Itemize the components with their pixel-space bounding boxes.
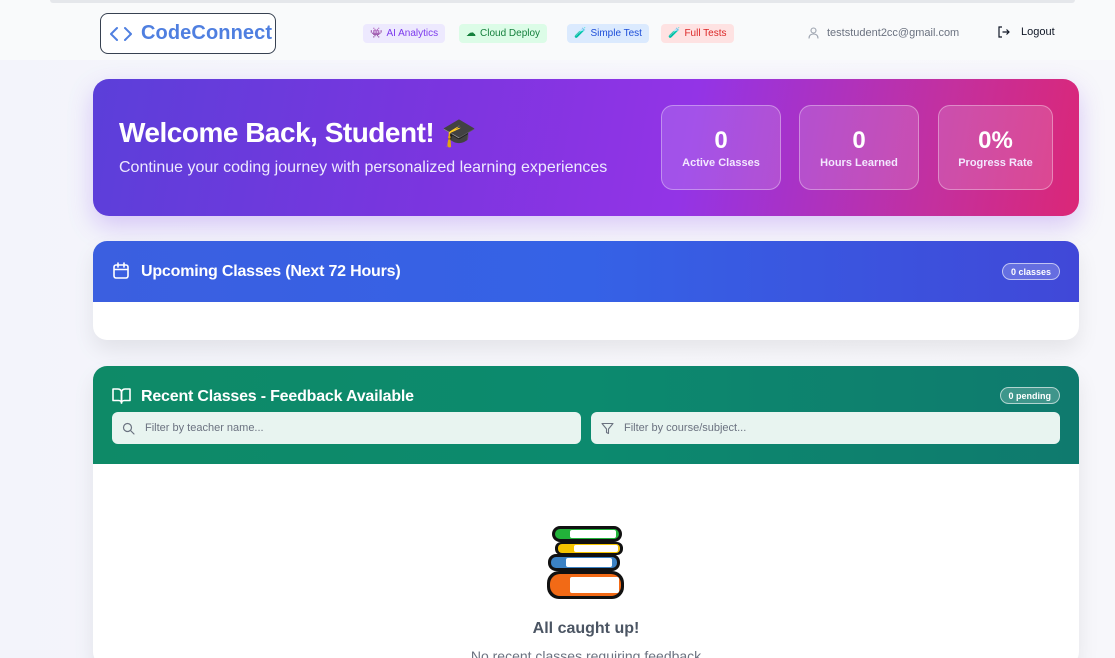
top-divider — [50, 0, 1075, 3]
user-info: teststudent2cc@gmail.com — [808, 27, 959, 39]
welcome-subtitle: Continue your coding journey with person… — [119, 159, 608, 176]
upcoming-classes-card: Upcoming Classes (Next 72 Hours) 0 class… — [93, 241, 1079, 340]
stat-value: 0% — [978, 126, 1013, 154]
ai-analytics-label: AI Analytics — [386, 28, 439, 39]
ai-analytics-link[interactable]: 👾 AI Analytics — [363, 24, 446, 43]
stat-active-classes: 0 Active Classes — [661, 105, 781, 190]
course-filter[interactable] — [591, 412, 1060, 444]
stat-hours-learned: 0 Hours Learned — [799, 105, 919, 190]
brand-logo[interactable]: CodeConnect — [100, 13, 276, 54]
brand-name: CodeConnect — [141, 22, 273, 44]
code-brackets-icon — [110, 26, 132, 41]
cloud-deploy-label: Cloud Deploy — [480, 28, 541, 39]
books-icon — [547, 526, 624, 599]
upcoming-classes-title: Upcoming Classes (Next 72 Hours) — [141, 263, 401, 280]
upcoming-classes-header: Upcoming Classes (Next 72 Hours) 0 class… — [93, 241, 1079, 302]
stat-value: 0 — [852, 126, 866, 154]
full-tests-link[interactable]: 🧪 Full Tests — [661, 24, 734, 43]
calendar-icon — [113, 262, 129, 279]
user-icon — [808, 27, 819, 39]
logout-button[interactable]: Logout — [997, 26, 1055, 38]
stat-label: Active Classes — [682, 156, 760, 169]
stat-label: Progress Rate — [958, 156, 1033, 169]
recent-classes-title: Recent Classes - Feedback Available — [141, 388, 414, 405]
top-header: CodeConnect 👾 AI Analytics ☁ Cloud Deplo… — [0, 0, 1115, 60]
stat-label: Hours Learned — [820, 156, 898, 169]
user-email: teststudent2cc@gmail.com — [827, 27, 960, 39]
alien-monster-icon: 👾 — [370, 28, 383, 39]
welcome-banner: Welcome Back, Student! 🎓 Continue your c… — [93, 79, 1079, 216]
teacher-filter-input[interactable] — [145, 422, 545, 434]
logout-label: Logout — [1021, 26, 1055, 38]
cloud-deploy-link[interactable]: ☁ Cloud Deploy — [459, 24, 548, 43]
logout-icon — [998, 26, 1010, 38]
empty-state-title: All caught up! — [532, 620, 640, 637]
welcome-title: Welcome Back, Student! 🎓 — [119, 117, 476, 148]
upcoming-count-badge: 0 classes — [1001, 263, 1060, 280]
empty-state-subtitle: No recent classes requiring feedback — [470, 648, 702, 658]
open-book-icon — [112, 388, 131, 404]
test-tube-icon: 🧪 — [668, 28, 681, 39]
stat-value: 0 — [714, 126, 728, 154]
simple-test-link[interactable]: 🧪 Simple Test — [567, 24, 649, 43]
test-tube-icon: 🧪 — [574, 28, 587, 39]
recent-classes-header: Recent Classes - Feedback Available 0 pe… — [93, 366, 1079, 464]
cloud-icon: ☁ — [466, 28, 476, 39]
teacher-filter[interactable] — [112, 412, 581, 444]
filter-icon — [601, 422, 614, 434]
simple-test-label: Simple Test — [590, 28, 642, 39]
search-icon — [122, 422, 135, 435]
recent-classes-card: Recent Classes - Feedback Available 0 pe… — [93, 366, 1079, 658]
pending-count-badge: 0 pending — [999, 387, 1060, 404]
stat-progress-rate: 0% Progress Rate — [938, 105, 1053, 190]
course-filter-input[interactable] — [624, 422, 1024, 434]
full-tests-label: Full Tests — [684, 28, 727, 39]
